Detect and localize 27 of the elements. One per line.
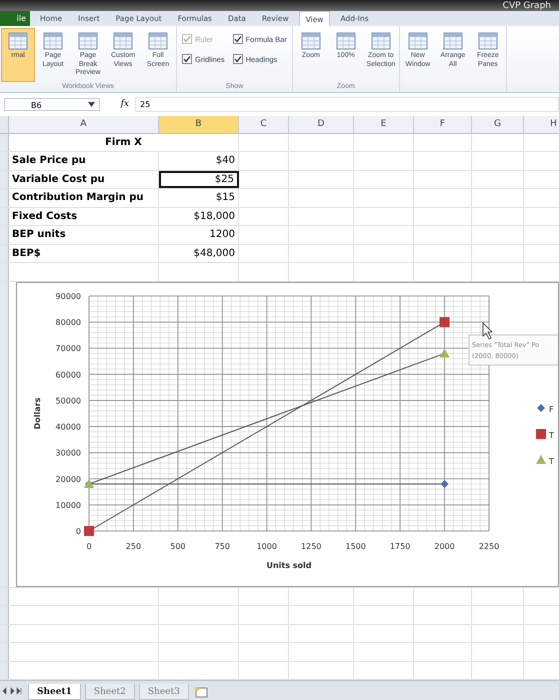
y-tick-label: 30000 <box>56 448 81 458</box>
legend-label: T <box>549 430 554 440</box>
x-tick-label: 1000 <box>256 542 277 551</box>
y-axis-title: Dollars <box>33 397 42 430</box>
x-tick-label: 500 <box>170 542 186 551</box>
x-tick-label: 1750 <box>390 542 410 551</box>
x-tick-label: 2000 <box>434 542 455 551</box>
y-tick-label: 50000 <box>56 396 81 406</box>
y-tick-label: 80000 <box>56 318 81 327</box>
x-tick-label: 2250 <box>478 542 500 551</box>
y-tick-label: 40000 <box>56 422 81 432</box>
y-tick-label: 60000 <box>56 370 81 380</box>
y-tick-label: 70000 <box>56 344 81 353</box>
function-label: fx <box>119 99 129 110</box>
y-tick-label: 10000 <box>56 500 81 510</box>
y-tick-label: 20000 <box>56 474 81 484</box>
y-tick-label: 90000 <box>56 292 81 301</box>
legend-label: F <box>549 404 554 414</box>
x-tick-label: 750 <box>214 542 230 551</box>
x-tick-label: 250 <box>126 542 142 551</box>
x-tick-label: 1250 <box>301 542 322 551</box>
x-tick-label: 1500 <box>345 542 366 551</box>
y-tick-label: 0 <box>76 526 81 536</box>
window-title: CVP Graph <box>502 1 551 12</box>
legend-label: T <box>549 456 554 466</box>
x-tick-label: 0 <box>86 542 92 551</box>
x-axis-title: Units sold <box>266 560 312 570</box>
